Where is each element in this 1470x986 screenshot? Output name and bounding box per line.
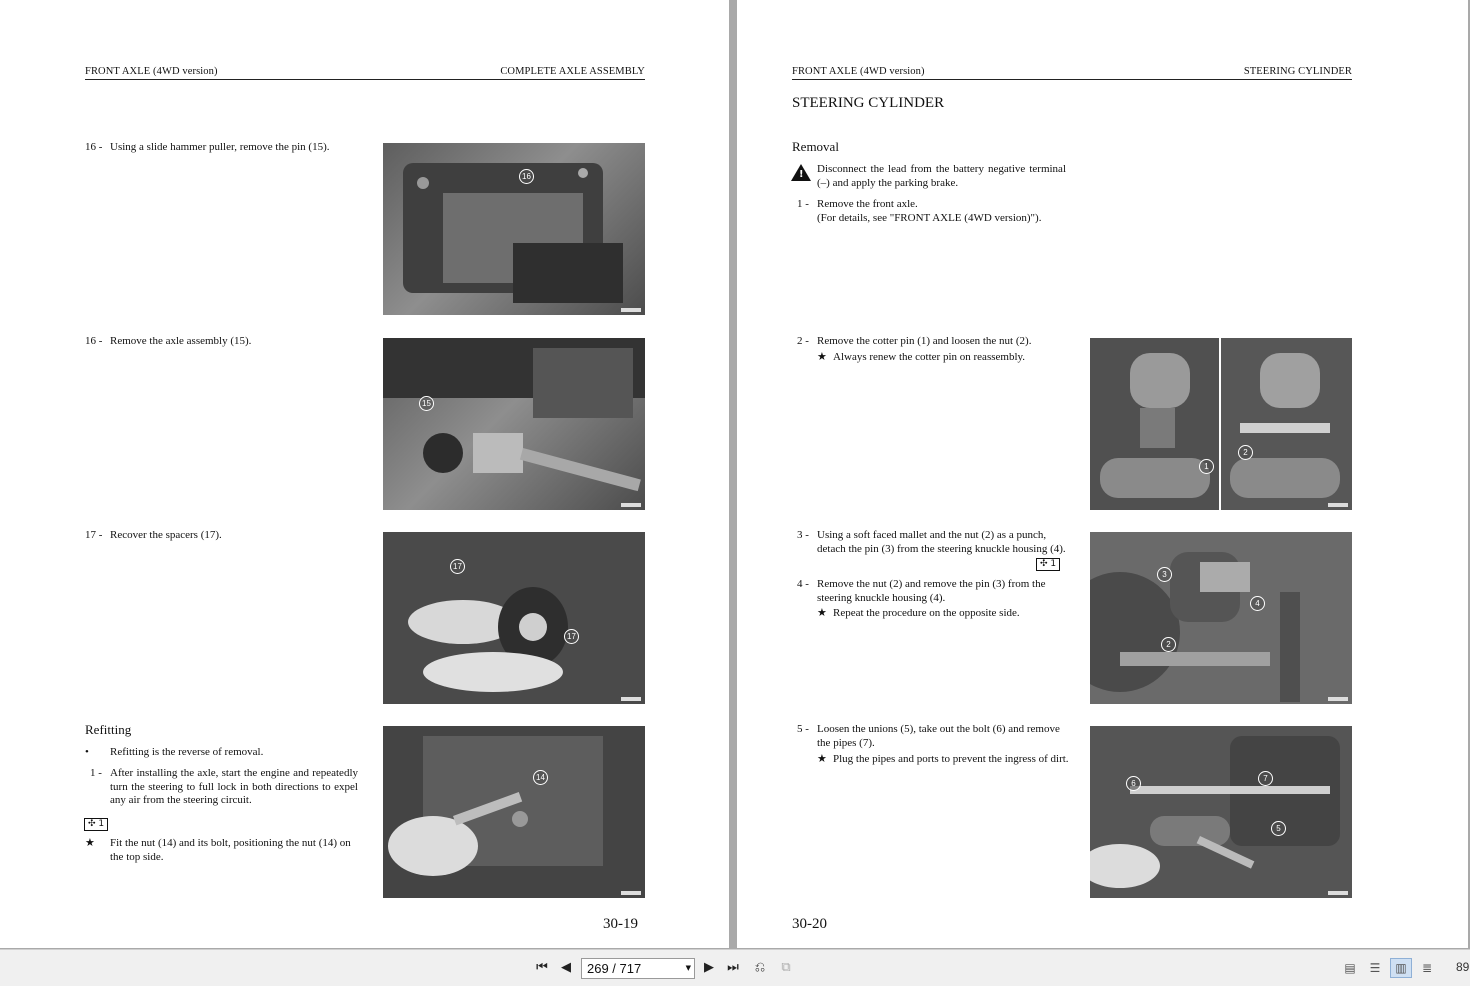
section-title: STEERING CYLINDER [792,95,945,111]
photo-slide-hammer-puller: 16 [383,143,645,315]
reference-marker: 2 [1238,445,1253,460]
star-icon: ★ [817,351,827,363]
star-icon: ★ [817,753,827,765]
torque-label: 1 [98,819,105,829]
removal-heading: Removal [792,139,839,154]
single-page-view-icon[interactable]: ▤ [1340,959,1360,977]
photo-cotter-pin-and-nut: 1 2 [1090,338,1352,510]
torque-label: 1 [1050,559,1057,569]
page-number-value: 269 / 717 [587,961,642,976]
step-text-line: (For details, see "FRONT AXLE (4WD versi… [817,211,1042,224]
reference-marker: 16 [519,169,534,184]
navigation-toolbar: ⏮ ◀ 269 / 717 ▼ ▶ ⏭ ⎌ ⧉ ▤ ☰ ▥ ≣ 89 [0,949,1470,986]
note-text: Plug the pipes and ports to prevent the … [833,753,1069,765]
step-text: Using a soft faced mallet and the nut (2… [817,529,1066,555]
star-icon: ★ [85,837,95,849]
photo-code [1328,503,1348,507]
next-page-icon[interactable]: ▶ [700,959,718,977]
reference-marker: 5 [1271,821,1286,836]
torque-reference-box: ✣ 1 [84,818,109,831]
continuous-view-icon[interactable]: ☰ [1365,959,1385,977]
page-number: 30-20 [792,916,827,932]
photo-spacers: 17 17 [383,532,645,704]
page-number: 30-19 [603,916,638,932]
reference-marker: 3 [1157,567,1172,582]
right-document-page: FRONT AXLE (4WD version) STEERING CYLIND… [737,0,1468,948]
step-text: Remove the nut (2) and remove the pin (3… [817,578,1046,604]
header-chapter-title: FRONT AXLE (4WD version) [85,66,218,77]
bullet-text: Refitting is the reverse of removal. [110,746,264,758]
photo-axle-assembly: 15 [383,338,645,510]
step-text-line: Remove the front axle. [817,198,918,210]
step-text: Remove the cotter pin (1) and loosen the… [817,335,1032,347]
warning-icon: ! [791,164,811,181]
photo-steering-knuckle: 3 4 2 [1090,532,1352,704]
chevron-down-icon[interactable]: ▼ [686,959,691,978]
step-number: 16 - [85,141,103,153]
bullet-mark: • [85,746,89,758]
torque-reference-box: ✣ 1 [1036,558,1061,571]
continuous-facing-view-icon[interactable]: ≣ [1417,959,1437,977]
facing-pages-view-icon[interactable]: ▥ [1390,958,1412,978]
go-forward-view-icon[interactable]: ⧉ [777,959,795,977]
note-text: Fit the nut (14) and its bolt, positioni… [110,837,351,863]
reference-marker: 6 [1126,776,1141,791]
step-text: Recover the spacers (17). [110,529,222,541]
photo-code [621,891,641,895]
first-page-icon[interactable]: ⏮ [533,959,551,977]
photo-code [621,503,641,507]
warning-text: Disconnect the lead from the battery neg… [817,163,1066,189]
reference-marker: 17 [564,629,579,644]
step-text: Loosen the unions (5), take out the bolt… [817,723,1060,749]
warning-symbol: ! [799,169,804,180]
step-number: 17 - [85,529,103,541]
reference-marker: 17 [450,559,465,574]
note-text: Always renew the cotter pin on reassembl… [833,351,1026,363]
note-text: Repeat the procedure on the opposite sid… [833,607,1020,619]
photo-code [1328,697,1348,701]
header-chapter-title: FRONT AXLE (4WD version) [792,66,925,77]
zoom-level[interactable]: 89 [1456,960,1469,974]
photo-code [1328,891,1348,895]
last-page-icon[interactable]: ⏭ [724,959,742,977]
reference-marker: 7 [1258,771,1273,786]
header-rule [85,79,645,80]
header-section-title: STEERING CYLINDER [1243,66,1352,77]
refitting-heading: Refitting [85,722,132,737]
photo-code [621,697,641,701]
photo-pipes-and-unions: 6 7 5 [1090,726,1352,898]
step-text: Remove the axle assembly (15). [110,335,252,347]
go-back-view-icon[interactable]: ⎌ [751,959,769,977]
previous-page-icon[interactable]: ◀ [557,959,575,977]
left-document-page: FRONT AXLE (4WD version) COMPLETE AXLE A… [0,0,729,948]
header-rule [792,79,1352,80]
reference-marker: 1 [1199,459,1214,474]
step-number: 16 - [85,335,103,347]
page-number-field[interactable]: 269 / 717 ▼ [581,958,695,979]
reference-marker: 15 [419,396,434,411]
reference-marker: 2 [1161,637,1176,652]
reference-marker: 14 [533,770,548,785]
photo-nut-and-bolt: 14 [383,726,645,898]
star-icon: ★ [817,607,827,619]
photo-code [621,308,641,312]
reference-marker: 4 [1250,596,1265,611]
step-text: After installing the axle, start the eng… [110,767,358,806]
header-section-title: COMPLETE AXLE ASSEMBLY [500,66,645,77]
step-text: Using a slide hammer puller, remove the … [110,141,330,153]
step-text: Remove the front axle. (For details, see … [817,198,1077,225]
